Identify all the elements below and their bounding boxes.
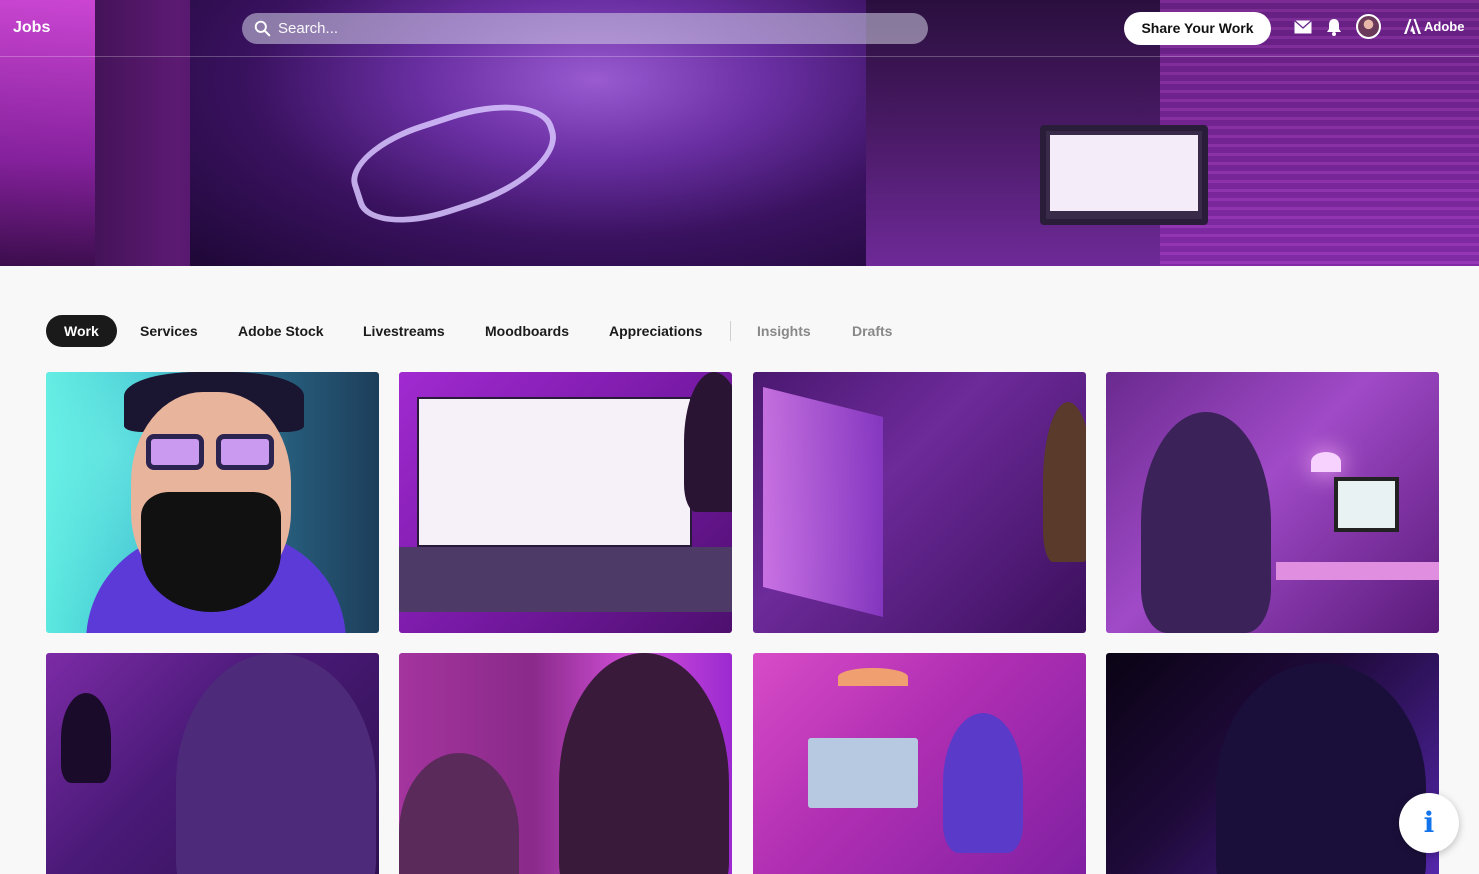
tab-drafts[interactable]: Drafts <box>852 315 892 347</box>
search-input[interactable] <box>278 13 898 44</box>
adobe-label: Adobe <box>1424 19 1465 34</box>
info-button[interactable]: i <box>1399 793 1459 853</box>
tab-appreciations[interactable]: Appreciations <box>609 315 702 347</box>
profile-page: Jobs Share Your Work Adobe <box>0 0 1479 874</box>
tab-divider <box>730 321 731 341</box>
search-bar[interactable] <box>242 13 928 44</box>
tab-services[interactable]: Services <box>140 315 198 347</box>
top-navigation-bar: Jobs Share Your Work Adobe <box>0 0 1479 57</box>
project-tile[interactable] <box>1106 372 1439 633</box>
project-tile[interactable] <box>1106 653 1439 874</box>
avatar[interactable] <box>1356 14 1381 39</box>
bell-icon[interactable] <box>1326 18 1342 36</box>
tab-insights[interactable]: Insights <box>757 315 811 347</box>
tab-livestreams[interactable]: Livestreams <box>363 315 445 347</box>
tab-moodboards[interactable]: Moodboards <box>485 315 569 347</box>
adobe-logo-icon <box>1404 19 1421 34</box>
project-tile[interactable] <box>753 653 1086 874</box>
project-tile[interactable] <box>46 372 379 633</box>
jobs-link[interactable]: Jobs <box>13 19 50 37</box>
tab-work[interactable]: Work <box>46 315 117 347</box>
tab-adobe-stock[interactable]: Adobe Stock <box>238 315 324 347</box>
project-tile[interactable] <box>399 372 732 633</box>
search-icon <box>254 20 271 37</box>
mail-icon[interactable] <box>1294 20 1312 34</box>
adobe-brand-link[interactable]: Adobe <box>1404 19 1464 34</box>
project-tile[interactable] <box>753 372 1086 633</box>
project-tile[interactable] <box>46 653 379 874</box>
share-your-work-button[interactable]: Share Your Work <box>1124 12 1271 45</box>
project-tile[interactable] <box>399 653 732 874</box>
